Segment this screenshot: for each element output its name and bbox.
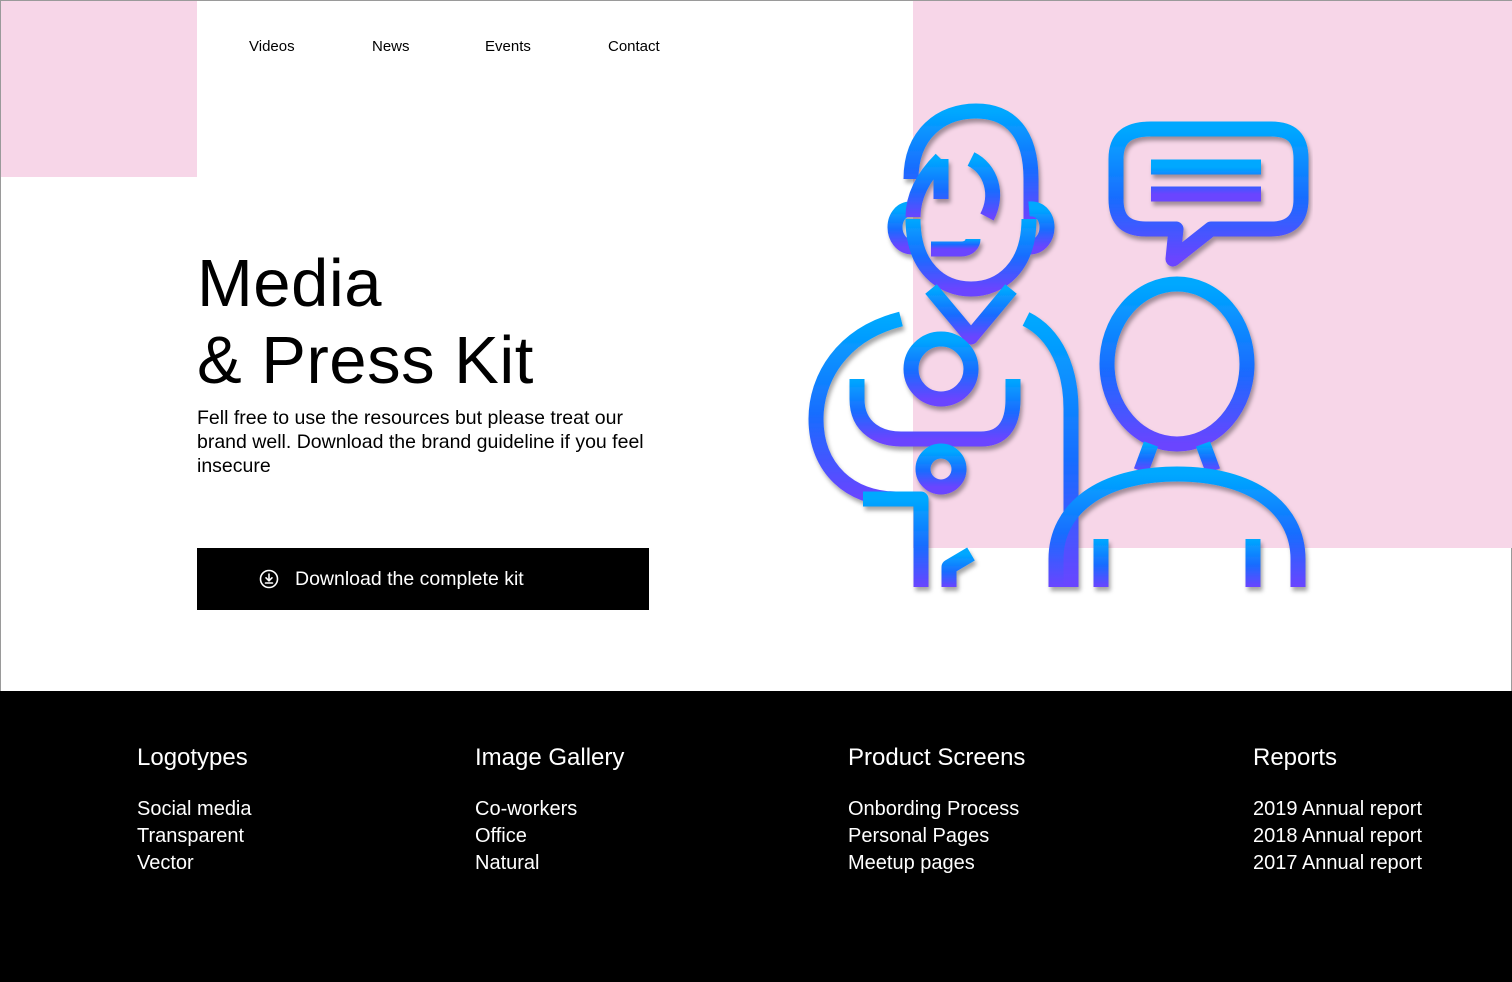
page-title: Media & Press Kit	[197, 245, 534, 399]
footer-link[interactable]: 2017 Annual report	[1253, 850, 1422, 877]
footer-link[interactable]: 2018 Annual report	[1253, 823, 1422, 850]
hero-section: Videos News Events Contact Media & Press…	[0, 0, 1512, 691]
hero-description: Fell free to use the resources but pleas…	[197, 407, 644, 477]
footer-link[interactable]: Office	[475, 823, 624, 850]
footer-link[interactable]: Onbording Process	[848, 796, 1025, 823]
footer-heading: Image Gallery	[475, 744, 625, 771]
page-title-line-1: Media	[197, 246, 382, 321]
nav-news[interactable]: News	[372, 38, 410, 55]
page-title-line-2: & Press Kit	[197, 323, 534, 398]
footer-link[interactable]: Social media	[137, 796, 252, 823]
footer-link[interactable]: Personal Pages	[848, 823, 1025, 850]
press-interview-icon	[801, 99, 1313, 619]
download-kit-label: Download the complete kit	[295, 567, 524, 590]
nav-contact[interactable]: Contact	[608, 38, 660, 55]
footer-col-product-screens: Product Screens Onbording Process Person…	[848, 743, 1025, 877]
footer-link[interactable]: Natural	[475, 850, 624, 877]
decor-pink-block-left	[1, 1, 197, 177]
footer-link[interactable]: Vector	[137, 850, 252, 877]
footer-col-image-gallery: Image Gallery Co-workers Office Natural	[475, 743, 624, 877]
footer-col-reports: Reports 2019 Annual report 2018 Annual r…	[1253, 743, 1422, 877]
footer: Logotypes Social media Transparent Vecto…	[0, 691, 1512, 982]
footer-link[interactable]: 2019 Annual report	[1253, 796, 1422, 823]
footer-heading: Logotypes	[137, 744, 248, 771]
footer-col-logotypes: Logotypes Social media Transparent Vecto…	[137, 743, 252, 877]
nav-events[interactable]: Events	[485, 38, 531, 55]
footer-heading: Product Screens	[848, 744, 1026, 771]
footer-link[interactable]: Transparent	[137, 823, 252, 850]
download-circle-icon	[259, 569, 279, 589]
nav-videos[interactable]: Videos	[249, 38, 295, 55]
footer-heading: Reports	[1253, 744, 1338, 771]
download-kit-button[interactable]: Download the complete kit	[197, 548, 649, 610]
page: Videos News Events Contact Media & Press…	[0, 0, 1512, 982]
footer-link[interactable]: Co-workers	[475, 796, 624, 823]
footer-link[interactable]: Meetup pages	[848, 850, 1025, 877]
